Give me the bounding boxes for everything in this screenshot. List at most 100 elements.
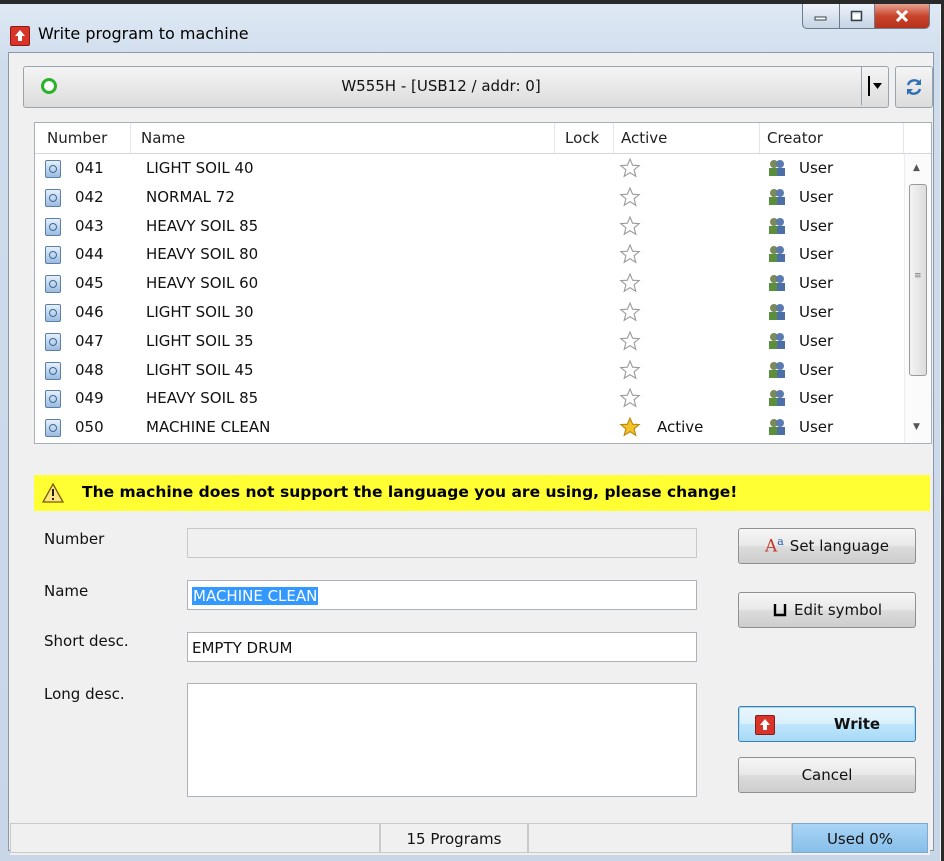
star-outline-icon[interactable] xyxy=(619,301,641,323)
row-name: HEAVY SOIL 60 xyxy=(146,274,259,293)
set-language-button[interactable]: Aa Set language xyxy=(738,528,916,564)
row-number: 042 xyxy=(75,187,104,206)
table-row[interactable]: 045 HEAVY SOIL 60 User xyxy=(35,269,905,298)
warning-triangle-icon xyxy=(42,483,64,503)
column-header-name[interactable]: Name xyxy=(141,129,185,147)
long-desc-label: Long desc. xyxy=(44,685,125,703)
title-bar[interactable]: Write program to machine xyxy=(0,4,940,56)
star-outline-icon[interactable] xyxy=(619,186,641,208)
column-divider[interactable] xyxy=(613,123,614,153)
row-creator: User xyxy=(799,418,834,437)
table-row[interactable]: 043 HEAVY SOIL 85 User xyxy=(35,212,905,241)
scroll-grip-icon: ≡ xyxy=(914,271,922,281)
maximize-icon xyxy=(850,10,863,22)
star-outline-icon[interactable] xyxy=(619,215,641,237)
user-group-icon xyxy=(769,160,785,176)
cancel-button[interactable]: Cancel xyxy=(738,757,916,793)
table-row[interactable]: 046 LIGHT SOIL 30 User xyxy=(35,298,905,327)
column-divider[interactable] xyxy=(554,123,555,153)
row-number: 048 xyxy=(75,360,104,379)
star-outline-icon[interactable] xyxy=(619,387,641,409)
star-outline-icon[interactable] xyxy=(619,243,641,265)
row-active: Active xyxy=(657,418,704,437)
row-creator: User xyxy=(799,331,834,350)
user-group-icon xyxy=(769,361,785,378)
star-outline-icon[interactable] xyxy=(619,272,641,294)
chevron-down-icon xyxy=(873,83,882,89)
table-row[interactable]: 042 NORMAL 72 User xyxy=(35,183,905,212)
program-list[interactable]: Number Name Lock Active Creator 041 LIGH… xyxy=(34,122,932,444)
column-header-lock[interactable]: Lock xyxy=(565,129,599,147)
list-scrollbar[interactable]: ▲ ≡ ▼ xyxy=(904,154,931,443)
program-file-icon xyxy=(45,361,61,380)
row-creator: User xyxy=(799,360,834,379)
maximize-button[interactable] xyxy=(840,4,875,29)
write-button[interactable]: Write xyxy=(738,706,916,742)
program-file-icon xyxy=(45,217,61,236)
star-outline-icon[interactable] xyxy=(619,157,641,179)
table-row[interactable]: 050 MACHINE CLEAN Active User xyxy=(35,413,905,442)
row-creator: User xyxy=(799,245,834,264)
number-field xyxy=(187,528,697,558)
column-divider[interactable] xyxy=(903,123,904,153)
scroll-up-icon[interactable]: ▲ xyxy=(913,163,920,173)
star-outline-icon[interactable] xyxy=(619,359,641,381)
star-outline-icon[interactable] xyxy=(619,330,641,352)
refresh-button[interactable] xyxy=(895,66,933,108)
short-desc-field[interactable]: EMPTY DRUM xyxy=(187,632,697,662)
number-label: Number xyxy=(44,530,105,548)
column-header-creator[interactable]: Creator xyxy=(767,129,823,147)
table-row[interactable]: 049 HEAVY SOIL 85 User xyxy=(35,384,905,413)
name-label: Name xyxy=(44,582,89,600)
refresh-icon xyxy=(906,79,922,95)
user-group-icon xyxy=(769,188,785,205)
machine-selector[interactable]: W555H - [USB12 / addr: 0] xyxy=(23,66,889,108)
caption-buttons xyxy=(802,4,930,30)
table-row[interactable]: 041 LIGHT SOIL 40 User xyxy=(35,154,905,183)
status-bar: 15 Programs Used 0% xyxy=(10,823,930,855)
user-group-icon xyxy=(769,246,785,263)
column-header-active[interactable]: Active xyxy=(621,129,667,147)
row-name: LIGHT SOIL 40 xyxy=(146,159,254,177)
close-button[interactable] xyxy=(875,4,930,29)
program-file-icon xyxy=(45,188,61,207)
user-group-icon xyxy=(769,419,785,436)
write-arrow-icon xyxy=(10,26,30,46)
name-field[interactable]: MACHINE CLEAN xyxy=(187,580,697,610)
program-file-icon xyxy=(45,390,61,409)
user-group-icon xyxy=(769,275,785,292)
window-title: Write program to machine xyxy=(38,24,249,43)
name-field-value: MACHINE CLEAN xyxy=(192,587,319,605)
row-number: 041 xyxy=(75,159,104,177)
table-row[interactable]: 048 LIGHT SOIL 45 User xyxy=(35,356,905,385)
star-filled-icon[interactable] xyxy=(619,416,641,438)
minimize-button[interactable] xyxy=(802,4,840,29)
row-number: 050 xyxy=(75,418,104,437)
table-row[interactable]: 047 LIGHT SOIL 35 User xyxy=(35,327,905,356)
short-desc-label: Short desc. xyxy=(44,632,129,650)
column-header-number[interactable]: Number xyxy=(47,129,107,147)
row-number: 044 xyxy=(75,245,104,264)
machine-dropdown-button[interactable] xyxy=(861,67,888,105)
row-name: NORMAL 72 xyxy=(146,187,235,206)
long-desc-field[interactable] xyxy=(187,683,697,797)
row-creator: User xyxy=(799,389,834,408)
status-programs: 15 Programs xyxy=(380,823,528,853)
scroll-thumb[interactable]: ≡ xyxy=(909,184,927,376)
list-rows: 041 LIGHT SOIL 40 User 042 NORMAL 72 Use… xyxy=(35,154,905,442)
font-size-icon: Aa xyxy=(764,535,784,557)
user-group-icon xyxy=(769,303,785,320)
program-file-icon xyxy=(45,246,61,265)
row-name: LIGHT SOIL 45 xyxy=(146,360,254,379)
row-creator: User xyxy=(799,187,834,206)
edit-symbol-button[interactable]: Edit symbol xyxy=(738,592,916,628)
row-name: HEAVY SOIL 80 xyxy=(146,245,259,264)
row-number: 046 xyxy=(75,302,104,321)
row-creator: User xyxy=(799,274,834,293)
status-cell-empty xyxy=(10,823,380,853)
column-divider[interactable] xyxy=(759,123,760,153)
scroll-down-icon[interactable]: ▼ xyxy=(913,422,920,432)
column-divider[interactable] xyxy=(130,123,131,153)
table-row[interactable]: 044 HEAVY SOIL 80 User xyxy=(35,240,905,269)
row-number: 047 xyxy=(75,331,104,350)
